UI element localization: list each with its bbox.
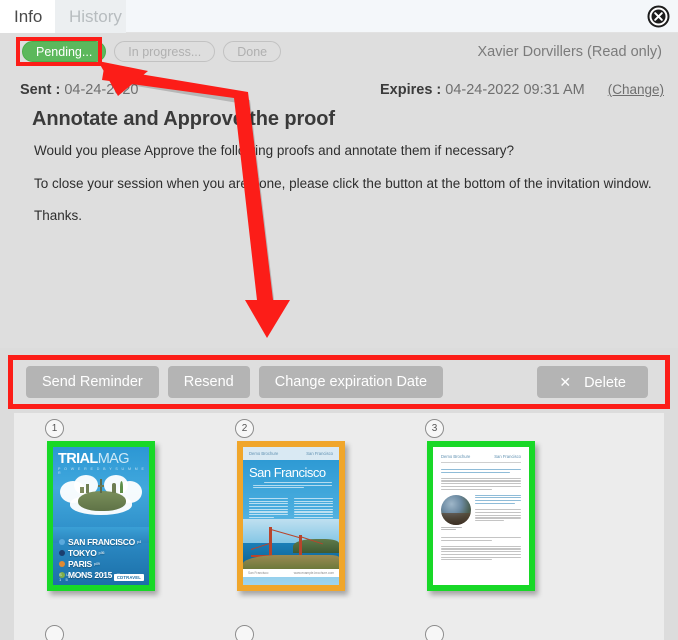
- heart-island-illustration: [60, 475, 142, 530]
- page-header: Demo Brochure San Francisco: [441, 454, 521, 463]
- change-expiration-link-label: (Change): [607, 82, 664, 97]
- change-expiration-link[interactable]: (Change): [608, 82, 664, 97]
- status-pill-in-progress-label: In progress...: [128, 45, 202, 59]
- status-pill-group: Pending... In progress... Done: [22, 41, 282, 62]
- send-reminder-button[interactable]: Send Reminder: [26, 366, 159, 398]
- page-number-badge: 3: [425, 419, 444, 438]
- tab-info-label: Info: [14, 7, 43, 26]
- proof-thumbnail-page-3[interactable]: Demo Brochure San Francisco: [427, 441, 535, 591]
- message-title: Annotate and Approve the proof: [32, 108, 335, 130]
- page-number-badge: 2: [235, 419, 254, 438]
- page-paragraph-3: [441, 545, 521, 561]
- text-page-art: Demo Brochure San Francisco: [433, 447, 529, 585]
- close-button[interactable]: [647, 5, 670, 28]
- meta-row: Sent : 04-24-2020 Expires : 04-24-2022 0…: [0, 82, 678, 104]
- page-number-badge-row2: [45, 625, 64, 640]
- status-pill-in-progress[interactable]: In progress...: [114, 41, 216, 62]
- page-header-left: Demo Brochure: [441, 454, 471, 459]
- status-pill-pending-label: Pending...: [36, 45, 93, 59]
- page-figure-text-secondary: [475, 509, 521, 522]
- list-item: TOKYO p.06: [59, 548, 141, 558]
- page-paragraph-1: [441, 477, 521, 490]
- invitation-info-panel: Info History Pending... In progress... D…: [0, 0, 678, 640]
- tab-bar: Info History: [0, 0, 678, 33]
- close-circle-icon: [647, 5, 670, 28]
- message-block: Annotate and Approve the proof Would you…: [32, 108, 652, 241]
- tab-history-label: History: [69, 7, 122, 26]
- brochure-header-right: San Francisco: [306, 451, 333, 456]
- brochure-header: Demo Brochure San Francisco: [243, 447, 339, 460]
- brochure-footer-left: San Francisco: [248, 571, 269, 575]
- message-paragraph-2: To close your session when you are done,…: [34, 175, 652, 191]
- delete-button-label: Delete: [584, 375, 626, 391]
- magazine-badge: CDTRAVEL: [113, 573, 144, 581]
- thumbnail-cell-3[interactable]: 3 Demo Brochure San Francisco: [394, 413, 584, 640]
- sent-info: Sent : 04-24-2020: [20, 82, 138, 98]
- thumbnail-cell-1[interactable]: 1 TRIALMAG P O W E R E D B Y S U M M E R: [14, 413, 204, 640]
- magazine-title: TRIALMAG: [58, 451, 130, 467]
- brochure-footer-right: www.example-brochure.com: [293, 571, 334, 575]
- page-photo: [441, 494, 471, 525]
- magazine-footer-text: S U M M E R 2 0 1 5: [59, 572, 114, 582]
- brochure-lead-text: [253, 482, 332, 490]
- page-paragraph-2: [441, 537, 521, 541]
- brochure-footer: San Francisco www.example-brochure.com: [243, 569, 339, 577]
- page-lead-text: [441, 469, 521, 473]
- x-icon: ✕: [559, 374, 572, 390]
- page-number-badge-row2: [425, 625, 444, 640]
- page-header-right: San Francisco: [494, 454, 521, 459]
- brochure-headline: San Francisco: [249, 465, 326, 480]
- change-expiration-date-button[interactable]: Change expiration Date: [258, 366, 444, 398]
- action-toolbar: Send Reminder Resend Change expiration D…: [13, 360, 665, 404]
- thumbnail-cell-2[interactable]: 2 Demo Brochure San Francisco San Franci…: [204, 413, 394, 640]
- list-item: SAN FRANCISCO p.4: [59, 537, 141, 547]
- sent-label: Sent :: [20, 82, 61, 98]
- info-content: Pending... In progress... Done Xavier Do…: [0, 33, 678, 348]
- action-toolbar-highlight: Send Reminder Resend Change expiration D…: [8, 355, 670, 409]
- resend-button[interactable]: Resend: [167, 366, 250, 398]
- expires-value: 04-24-2022 09:31 AM: [445, 82, 585, 98]
- magazine-subtitle: P O W E R E D B Y S U M M E R: [58, 467, 146, 475]
- tab-history[interactable]: History: [55, 0, 126, 33]
- golden-gate-photo: San Francisco www.example-brochure.com: [243, 519, 339, 577]
- delete-button[interactable]: ✕ Delete: [537, 366, 648, 398]
- sent-value: 04-24-2020: [64, 82, 139, 98]
- page-figure-text: [475, 494, 521, 532]
- magazine-cover-art: TRIALMAG P O W E R E D B Y S U M M E R S…: [53, 447, 149, 585]
- expires-info: Expires : 04-24-2022 09:31 AM: [380, 82, 585, 98]
- magazine-footer: S U M M E R 2 0 1 5 CDTRAVEL: [59, 572, 144, 582]
- photo-caption: [441, 526, 471, 531]
- proof-thumbnail-panel[interactable]: 1 TRIALMAG P O W E R E D B Y S U M M E R: [14, 413, 664, 640]
- brochure-header-left: Demo Brochure: [249, 451, 279, 456]
- brochure-cover-art: Demo Brochure San Francisco San Francisc…: [243, 447, 339, 585]
- tab-info[interactable]: Info: [0, 0, 55, 33]
- expires-label: Expires :: [380, 82, 442, 98]
- status-pill-pending[interactable]: Pending...: [22, 41, 107, 62]
- recipient-name: Xavier Dorvillers (Read only): [477, 44, 662, 60]
- page-number-badge-row2: [235, 625, 254, 640]
- list-item: PARIS p.09: [59, 559, 141, 569]
- message-paragraph-3: Thanks.: [34, 208, 83, 224]
- proof-thumbnail-page-1[interactable]: TRIALMAG P O W E R E D B Y S U M M E R S…: [47, 441, 155, 591]
- proof-thumbnail-page-2[interactable]: Demo Brochure San Francisco San Francisc…: [237, 441, 345, 591]
- page-number-badge: 1: [45, 419, 64, 438]
- status-pill-done[interactable]: Done: [223, 41, 282, 62]
- page-figure-block: [441, 494, 521, 532]
- status-pill-done-label: Done: [237, 45, 268, 59]
- message-paragraph-1: Would you please Approve the following p…: [34, 143, 515, 158]
